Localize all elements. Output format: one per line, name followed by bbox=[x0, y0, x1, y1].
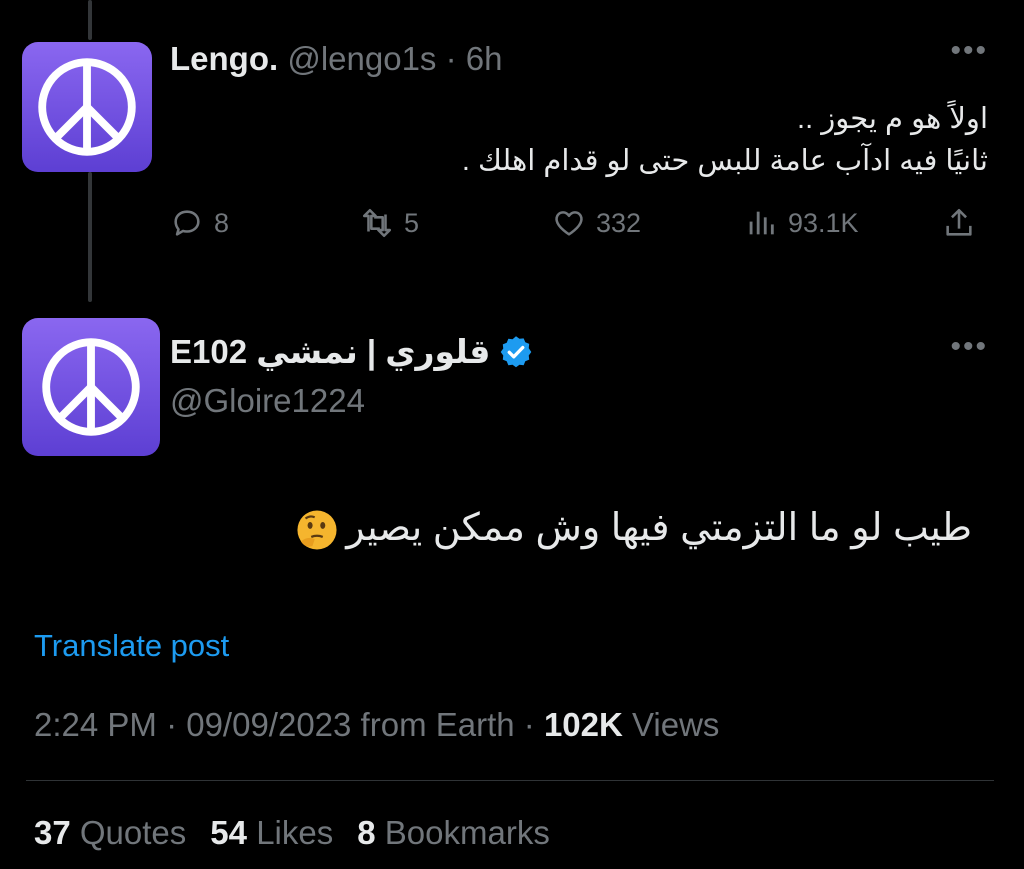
retweet-icon bbox=[362, 208, 392, 238]
parent-author-name[interactable]: Lengo. bbox=[170, 40, 278, 77]
translate-post-link[interactable]: Translate post bbox=[34, 628, 229, 664]
views-button[interactable]: 93.1K bbox=[744, 206, 859, 240]
bookmarks-label: Bookmarks bbox=[384, 814, 550, 851]
parent-author-row: Lengo. @lengo1s · 6h bbox=[170, 40, 502, 78]
views-label: Views bbox=[632, 706, 720, 743]
parent-text-line2: ثانيًا فيه ادآب عامة للبس حتى لو قدام اه… bbox=[461, 145, 988, 177]
more-icon[interactable]: ••• bbox=[950, 330, 988, 364]
separator: · bbox=[436, 40, 466, 77]
timestamp-text[interactable]: 2:24 PM · 09/09/2023 from Earth · bbox=[34, 706, 535, 743]
quotes-stat[interactable]: 37 Quotes bbox=[34, 814, 186, 851]
retweet-count: 5 bbox=[404, 207, 420, 238]
reply-count: 8 bbox=[214, 207, 230, 238]
thinking-face-icon bbox=[297, 510, 337, 550]
likes-label: Likes bbox=[256, 814, 334, 851]
divider bbox=[26, 780, 994, 781]
quotes-label: Quotes bbox=[79, 814, 187, 851]
verified-badge-icon[interactable] bbox=[498, 334, 534, 370]
peace-icon bbox=[42, 338, 140, 436]
parent-time[interactable]: 6h bbox=[466, 40, 503, 77]
parent-tweet-text: اولاً هو م يجوز .. ثانيًا فيه ادآب عامة … bbox=[288, 98, 988, 182]
main-text-content: طيب لو ما التزمتي فيها وش ممكن يصير bbox=[346, 507, 972, 549]
bookmarks-count: 8 bbox=[357, 814, 376, 851]
bookmarks-stat[interactable]: 8 Bookmarks bbox=[357, 814, 550, 851]
like-button[interactable]: 332 bbox=[552, 206, 641, 240]
views-count: 93.1K bbox=[788, 207, 859, 238]
reply-button[interactable]: 8 bbox=[170, 206, 229, 240]
more-icon[interactable]: ••• bbox=[950, 34, 988, 68]
views-total: 102K bbox=[543, 706, 623, 743]
main-author-name[interactable]: قلوري | نمشي E102 bbox=[170, 332, 490, 371]
main-avatar[interactable] bbox=[22, 318, 160, 456]
main-tweet-text: طيب لو ما التزمتي فيها وش ممكن يصير bbox=[212, 502, 972, 554]
thread-line-top bbox=[88, 0, 92, 40]
like-count: 332 bbox=[596, 207, 642, 238]
tweet-timestamp: 2:24 PM · 09/09/2023 from Earth · 102K V… bbox=[34, 706, 719, 744]
share-button[interactable] bbox=[942, 206, 976, 240]
parent-avatar[interactable] bbox=[22, 42, 152, 172]
parent-author-handle[interactable]: @lengo1s bbox=[287, 40, 436, 77]
quotes-count: 37 bbox=[34, 814, 71, 851]
peace-icon bbox=[38, 58, 136, 156]
share-icon bbox=[946, 208, 972, 236]
thread-line bbox=[88, 172, 92, 302]
main-author-row: قلوري | نمشي E102 bbox=[170, 332, 534, 371]
likes-count: 54 bbox=[210, 814, 248, 851]
engagement-stats: 37 Quotes 54 Likes 8 Bookmarks bbox=[34, 814, 550, 852]
likes-stat[interactable]: 54 Likes bbox=[210, 814, 333, 851]
parent-text-line1: اولاً هو م يجوز .. bbox=[797, 103, 988, 135]
retweet-button[interactable]: 5 bbox=[360, 206, 419, 240]
parent-action-bar: 8 5 332 93.1K bbox=[170, 206, 990, 250]
heart-icon bbox=[555, 211, 583, 236]
main-author-handle[interactable]: @Gloire1224 bbox=[170, 382, 365, 420]
views-icon bbox=[749, 211, 774, 235]
reply-icon bbox=[174, 210, 200, 236]
